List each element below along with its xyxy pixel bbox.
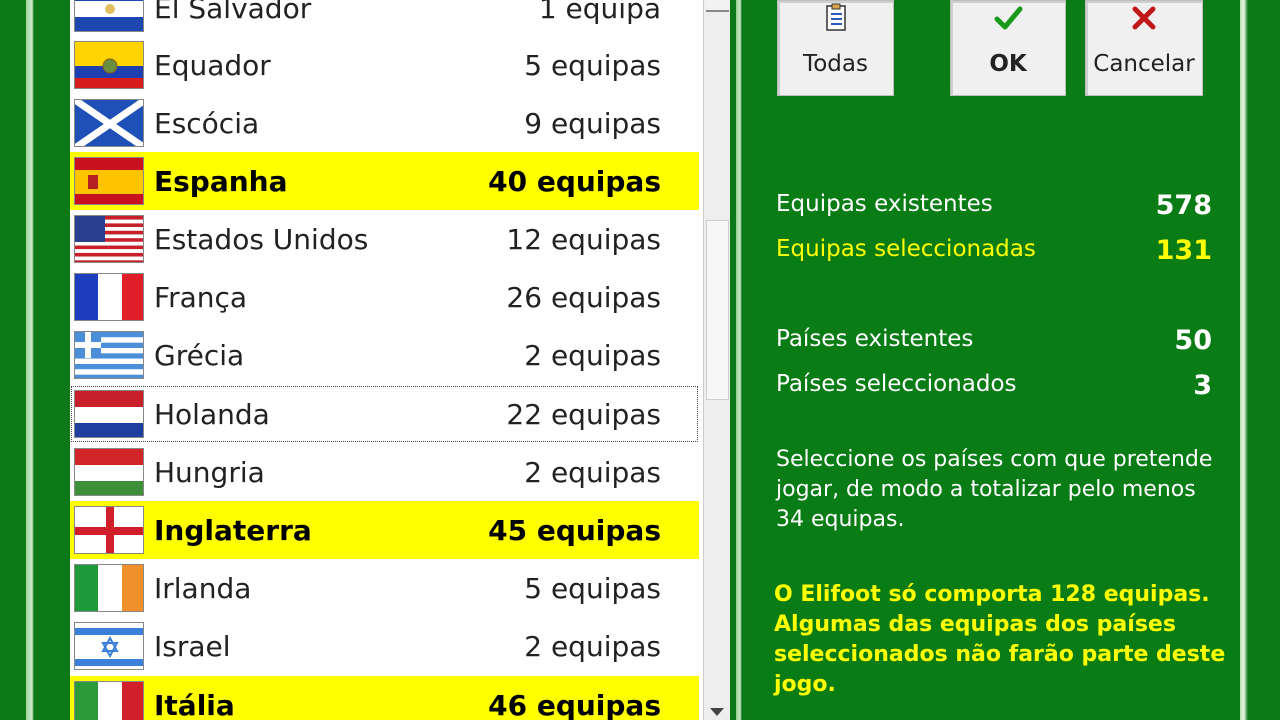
team-count: 22 equipas xyxy=(506,397,661,431)
todas-button[interactable]: Todas xyxy=(777,0,894,96)
team-count: 2 equipas xyxy=(524,455,661,489)
paises-seleccionados-label: Países seleccionados xyxy=(776,371,1017,397)
todas-button-label: Todas xyxy=(803,51,868,77)
country-row[interactable]: El Salvador 1 equipa xyxy=(70,0,699,37)
england-flag-icon xyxy=(74,506,144,554)
scrollbar-top-edge xyxy=(706,0,729,12)
country-row[interactable]: Equador 5 equipas xyxy=(70,36,699,94)
usa-flag-icon xyxy=(74,215,144,263)
team-count: 46 equipas xyxy=(488,688,661,720)
country-row[interactable]: Grécia 2 equipas xyxy=(70,326,699,384)
country-name: Holanda xyxy=(154,397,270,431)
hungary-flag-icon xyxy=(74,448,144,496)
country-list[interactable]: El Salvador 1 equipa Equador 5 equipas Escóc… xyxy=(70,0,703,720)
france-flag-icon xyxy=(74,273,144,321)
warning-line: Algumas das equipas dos países xyxy=(774,612,1176,637)
country-name: Inglaterra xyxy=(154,513,312,547)
team-count: 1 equipa xyxy=(538,0,661,25)
italy-flag-icon xyxy=(74,681,144,720)
ok-button[interactable]: OK xyxy=(950,0,1066,96)
country-name: El Salvador xyxy=(154,0,312,25)
scotland-flag-icon xyxy=(74,99,144,147)
country-row[interactable]: Estados Unidos 12 equipas xyxy=(70,210,699,268)
equipas-seleccionadas-value: 131 xyxy=(1155,235,1212,266)
warning-line: jogo. xyxy=(774,672,836,697)
warning-line: seleccionados não farão parte deste xyxy=(774,642,1226,667)
country-name: França xyxy=(154,280,248,314)
country-row[interactable]: Escócia 9 equipas xyxy=(70,94,699,152)
equipas-existentes-label: Equipas existentes xyxy=(776,191,993,217)
checkmark-icon xyxy=(993,3,1023,39)
country-name: Escócia xyxy=(154,106,260,140)
list-scrollbar[interactable] xyxy=(703,0,730,720)
country-name: Equador xyxy=(154,48,271,82)
instructions-line: 34 equipas. xyxy=(776,507,905,532)
country-row[interactable]: Espanha 40 equipas xyxy=(70,152,699,210)
country-row[interactable]: Holanda 22 equipas xyxy=(70,385,699,443)
netherlands-flag-icon xyxy=(74,390,144,438)
country-row[interactable]: Itália 46 equipas xyxy=(70,676,699,720)
instructions-line: Seleccione os países com que pretende xyxy=(776,447,1213,472)
instructions-text: Seleccione os países com que pretende jo… xyxy=(776,445,1236,535)
country-row[interactable]: França 26 equipas xyxy=(70,268,699,326)
team-count: 2 equipas xyxy=(524,629,661,663)
team-count: 40 equipas xyxy=(488,164,661,198)
paises-existentes-value: 50 xyxy=(1174,325,1212,356)
paises-existentes-label: Países existentes xyxy=(776,326,974,352)
equipas-seleccionadas-label: Equipas seleccionadas xyxy=(776,236,1036,262)
team-count: 5 equipas xyxy=(524,571,661,605)
scroll-down-arrow-icon[interactable] xyxy=(710,708,724,716)
paises-seleccionados-value: 3 xyxy=(1193,370,1212,401)
team-count: 12 equipas xyxy=(506,222,661,256)
country-name: Espanha xyxy=(154,164,288,198)
cancelar-button-label: Cancelar xyxy=(1093,51,1195,77)
ok-button-label: OK xyxy=(989,51,1027,77)
israel-flag-icon xyxy=(74,622,144,670)
red-x-icon xyxy=(1129,3,1159,39)
instructions-line: jogar, de modo a totalizar pelo menos xyxy=(776,477,1196,502)
clipboard-list-icon xyxy=(821,3,851,39)
panel-divider xyxy=(730,0,748,720)
team-count: 2 equipas xyxy=(524,338,661,372)
country-name: Estados Unidos xyxy=(154,222,369,256)
ecuador-flag-icon xyxy=(74,41,144,89)
window-frame-left xyxy=(0,0,70,720)
country-name: Grécia xyxy=(154,338,245,372)
country-row[interactable]: Israel 2 equipas xyxy=(70,617,699,675)
country-row[interactable]: Inglaterra 45 equipas xyxy=(70,501,699,559)
warning-text: O Elifoot só comporta 128 equipas. Algum… xyxy=(774,580,1234,700)
country-row[interactable]: Irlanda 5 equipas xyxy=(70,559,699,617)
cancelar-button[interactable]: Cancelar xyxy=(1085,0,1203,96)
team-count: 45 equipas xyxy=(488,513,661,547)
spain-flag-icon xyxy=(74,157,144,205)
country-row[interactable]: Hungria 2 equipas xyxy=(70,443,699,501)
el-salvador-flag-icon xyxy=(74,0,144,32)
team-count: 26 equipas xyxy=(506,280,661,314)
country-name: Irlanda xyxy=(154,571,252,605)
greece-flag-icon xyxy=(74,331,144,379)
country-name: Hungria xyxy=(154,455,265,489)
team-count: 5 equipas xyxy=(524,48,661,82)
country-name: Israel xyxy=(154,629,231,663)
window-frame-right xyxy=(1240,0,1280,720)
warning-line: O Elifoot só comporta 128 equipas. xyxy=(774,582,1210,607)
ireland-flag-icon xyxy=(74,564,144,612)
scrollbar-thumb[interactable] xyxy=(706,220,729,400)
country-name: Itália xyxy=(154,688,235,720)
team-count: 9 equipas xyxy=(524,106,661,140)
equipas-existentes-value: 578 xyxy=(1155,190,1212,221)
